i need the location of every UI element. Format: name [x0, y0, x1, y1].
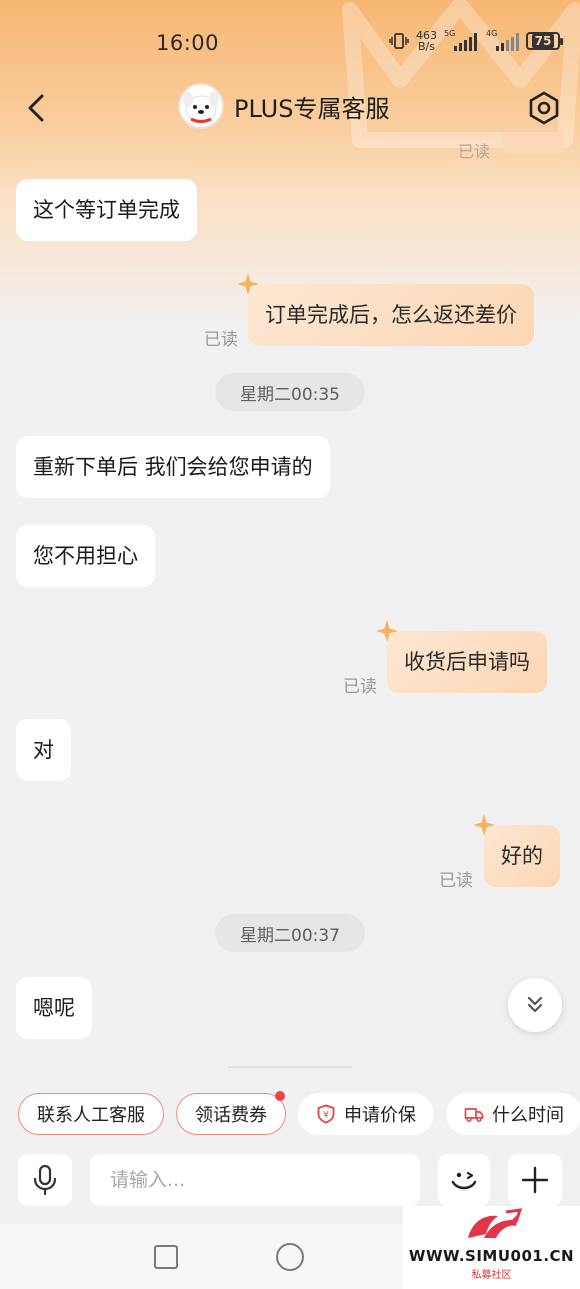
sparkle-star-icon: [376, 620, 398, 642]
message-bubble-partial: [502, 132, 564, 154]
price-protect-icon: ¥: [317, 1104, 335, 1124]
delivery-time-chip[interactable]: 什么时间: [446, 1093, 580, 1135]
status-icons: 463 B/s 5G 4G 75: [389, 29, 563, 52]
watermark-site: WWW.SIMU001.CN: [408, 1247, 575, 1265]
chip-label: 申请价保: [344, 1105, 416, 1126]
contact-human-agent-chip[interactable]: 联系人工客服: [18, 1093, 164, 1135]
message-outgoing: 好的: [473, 814, 560, 887]
sparkle-star-icon: [237, 273, 259, 295]
message-incoming: 对: [16, 719, 71, 781]
battery-level: 75: [531, 34, 555, 48]
chip-label: 什么时间: [492, 1105, 564, 1126]
timestamp: 星期二00:37: [215, 914, 365, 952]
watermark-logo-icon: [467, 1208, 522, 1238]
status-bar: 16:00 463 B/s 5G 4G 75: [0, 0, 580, 80]
quick-action-bar: 联系人工客服 领话费券 ¥ 申请价保 什么时间: [18, 1091, 580, 1135]
signal-5g-icon: 5G: [444, 29, 477, 51]
signal-4g-icon: 4G: [486, 29, 519, 51]
status-time: 16:00: [156, 31, 220, 55]
watermark-subtitle: 私募社区: [471, 1270, 512, 1281]
voice-input-button[interactable]: [18, 1154, 72, 1206]
message-incoming: 嗯呢: [16, 977, 92, 1039]
back-arrow-icon[interactable]: [22, 88, 56, 128]
avatar[interactable]: [178, 83, 224, 129]
chip-label: 领话费券: [195, 1105, 267, 1126]
settings-hexagon-icon[interactable]: [526, 88, 562, 128]
wink-emoji-icon: [451, 1171, 477, 1190]
emoji-button[interactable]: [438, 1154, 490, 1206]
read-receipt: 已读: [204, 330, 238, 350]
page-title: PLUS专属客服: [234, 94, 390, 123]
delivery-truck-icon: [464, 1108, 484, 1123]
chip-label: 联系人工客服: [37, 1105, 145, 1126]
plus-icon: [521, 1166, 549, 1194]
scroll-to-bottom-button[interactable]: [508, 978, 562, 1032]
message-text: 订单完成后，怎么返还差价: [265, 303, 517, 327]
vibrate-icon: [389, 33, 409, 49]
read-receipt: 已读: [343, 677, 377, 697]
net-speed: 463 B/s: [416, 30, 437, 52]
recent-apps-button[interactable]: [154, 1245, 178, 1269]
sim2-label: 4G: [486, 29, 498, 38]
site-watermark: WWW.SIMU001.CN 私募社区: [403, 1206, 580, 1289]
sim1-label: 5G: [444, 29, 456, 38]
net-speed-unit: B/s: [418, 40, 435, 53]
message-incoming: 重新下单后 我们会给您申请的: [16, 436, 330, 498]
message-text: 好的: [501, 844, 543, 868]
timestamp: 星期二00:35: [215, 373, 365, 411]
divider: [228, 1066, 352, 1068]
message-text: 收货后申请吗: [404, 650, 530, 674]
double-chevron-down-icon: [527, 996, 543, 1013]
joy-dog-mascot-icon: [183, 91, 219, 123]
price-protect-chip[interactable]: ¥ 申请价保: [298, 1093, 434, 1135]
message-outgoing: 收货后申请吗: [376, 620, 547, 693]
message-incoming: 这个等订单完成: [16, 179, 197, 241]
message-input[interactable]: [90, 1154, 420, 1206]
read-receipt: 已读: [439, 871, 473, 891]
phone-bill-coupon-chip[interactable]: 领话费券: [176, 1091, 286, 1135]
svg-text:¥: ¥: [323, 1111, 329, 1121]
chat-title-group: PLUS专属客服: [178, 83, 389, 129]
sparkle-star-icon: [473, 814, 495, 836]
battery-icon: 75: [526, 32, 563, 50]
more-options-button[interactable]: [508, 1154, 562, 1206]
read-receipt-partial: 已读: [458, 142, 491, 161]
microphone-icon: [33, 1164, 57, 1196]
message-outgoing: 订单完成后，怎么返还差价: [237, 273, 534, 346]
notification-dot: [275, 1091, 285, 1101]
chat-header: PLUS专属客服: [0, 80, 580, 136]
message-incoming: 您不用担心: [16, 525, 155, 587]
home-button[interactable]: [276, 1243, 304, 1271]
